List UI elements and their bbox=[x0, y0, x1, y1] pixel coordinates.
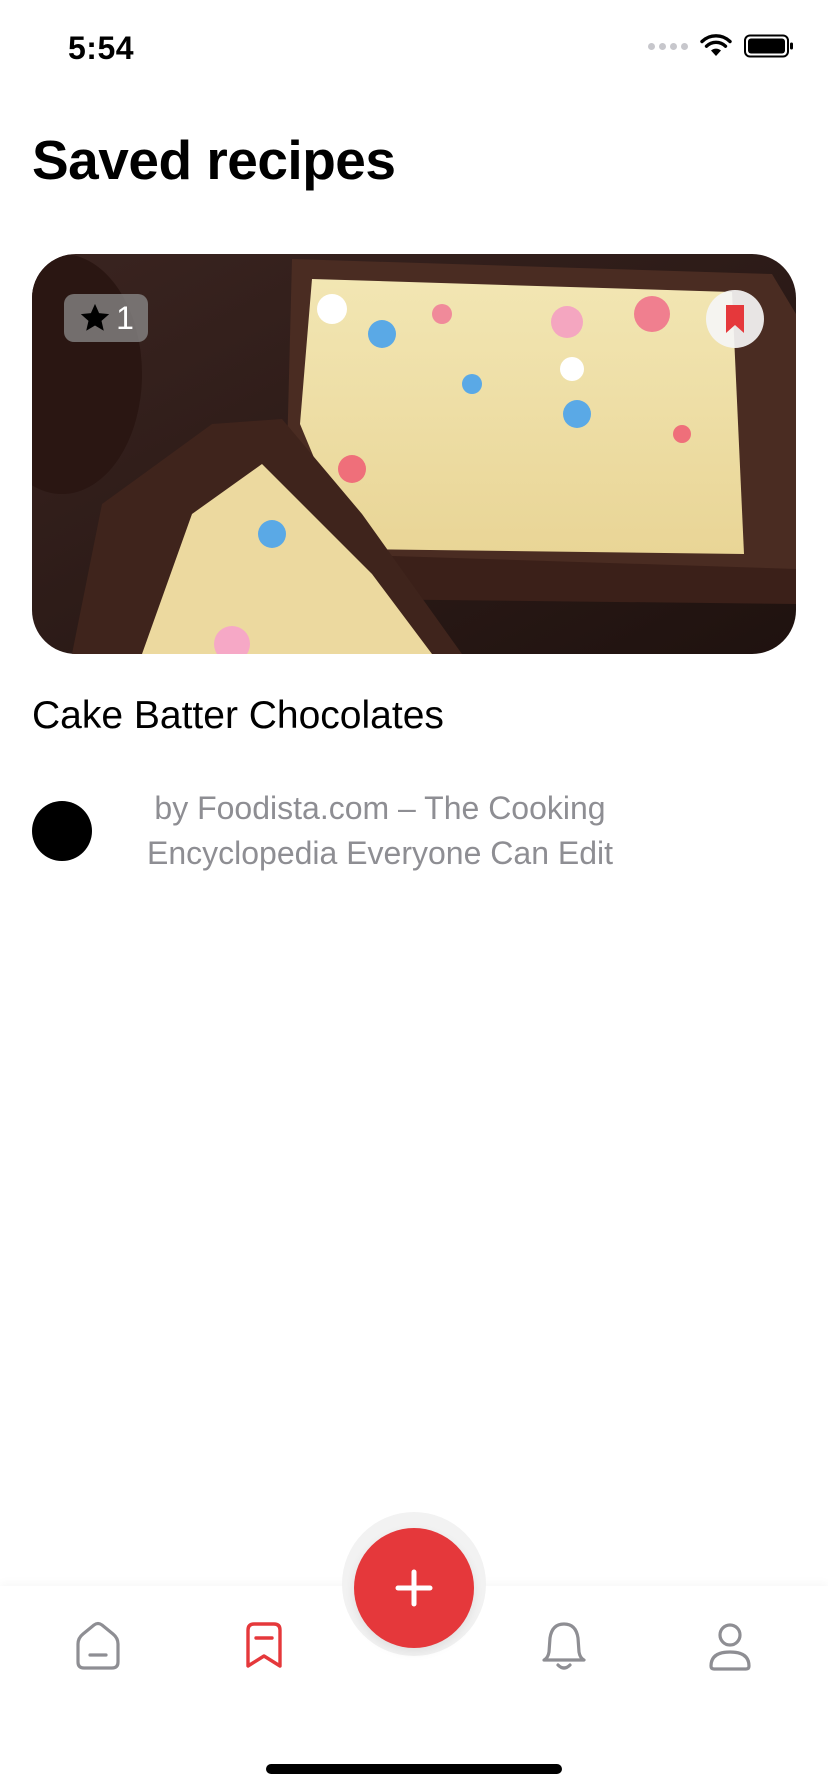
tab-profile[interactable] bbox=[700, 1616, 760, 1676]
wifi-icon bbox=[700, 34, 732, 56]
recipe-title[interactable]: Cake Batter Chocolates bbox=[32, 694, 444, 738]
author-row: by Foodista.com – The Cooking Encycloped… bbox=[32, 786, 732, 876]
add-recipe-button[interactable] bbox=[354, 1528, 474, 1648]
avatar bbox=[32, 801, 92, 861]
status-time: 5:54 bbox=[68, 30, 135, 66]
home-indicator bbox=[266, 1764, 562, 1774]
rating-badge: 1 bbox=[64, 294, 148, 342]
star-icon bbox=[80, 303, 110, 331]
author-text: by Foodista.com – The Cooking Encycloped… bbox=[146, 790, 614, 871]
bookmark-button[interactable] bbox=[706, 290, 764, 348]
tab-home[interactable] bbox=[68, 1616, 128, 1676]
bookmark-icon bbox=[246, 1622, 282, 1668]
bell-icon bbox=[542, 1622, 586, 1670]
tab-notifications[interactable] bbox=[534, 1616, 594, 1676]
status-bar: 5:54 bbox=[0, 0, 828, 100]
bookmark-icon bbox=[726, 305, 744, 333]
home-icon bbox=[76, 1621, 120, 1670]
battery-icon bbox=[744, 34, 793, 58]
rating-count: 1 bbox=[116, 299, 134, 336]
recipe-card-image[interactable]: 1 bbox=[32, 254, 796, 654]
plus-icon bbox=[395, 1569, 433, 1607]
person-icon bbox=[709, 1623, 751, 1671]
cellular-signal-icon bbox=[648, 42, 688, 50]
tab-saved[interactable] bbox=[234, 1616, 294, 1676]
page-title: Saved recipes bbox=[32, 129, 396, 191]
status-icons bbox=[648, 34, 794, 58]
